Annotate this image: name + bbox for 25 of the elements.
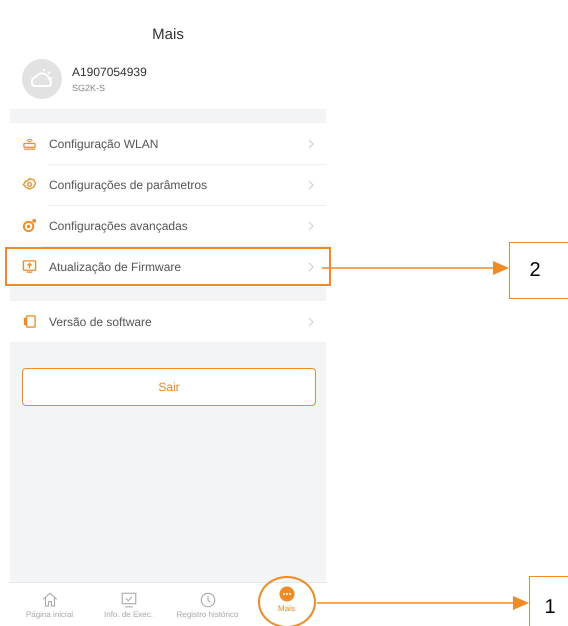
home-icon bbox=[40, 590, 58, 608]
page-title: Mais bbox=[152, 26, 184, 43]
upload-icon bbox=[22, 259, 37, 274]
chevron-right-icon bbox=[308, 316, 314, 326]
device-name: A1907054939 bbox=[72, 65, 147, 79]
callout-box: 2 bbox=[509, 242, 568, 299]
menu-item[interactable]: Configuração WLAN bbox=[10, 123, 326, 164]
menu-item[interactable]: Atualização de Firmware bbox=[4, 246, 332, 287]
gear-icon bbox=[22, 177, 37, 192]
clock-icon bbox=[198, 590, 216, 608]
more-icon bbox=[278, 585, 296, 603]
chevron-right-icon bbox=[308, 138, 314, 148]
chevron-right-icon bbox=[308, 180, 314, 190]
cloud-sun-icon bbox=[22, 59, 62, 99]
menu-item[interactable]: Configurações de parâmetros bbox=[10, 164, 326, 205]
chevron-right-icon bbox=[308, 220, 314, 230]
chevron-right-icon bbox=[308, 262, 314, 272]
callout-box: 1 bbox=[529, 576, 568, 626]
phone-icon bbox=[22, 314, 37, 329]
gear-icon bbox=[22, 218, 37, 233]
menu-item[interactable]: Configurações avançadas bbox=[10, 205, 326, 246]
monitor-icon bbox=[120, 590, 138, 608]
menu-item[interactable]: Versão de software bbox=[10, 301, 326, 342]
device-model: SG2K-S bbox=[72, 83, 106, 93]
router-icon bbox=[22, 136, 37, 151]
